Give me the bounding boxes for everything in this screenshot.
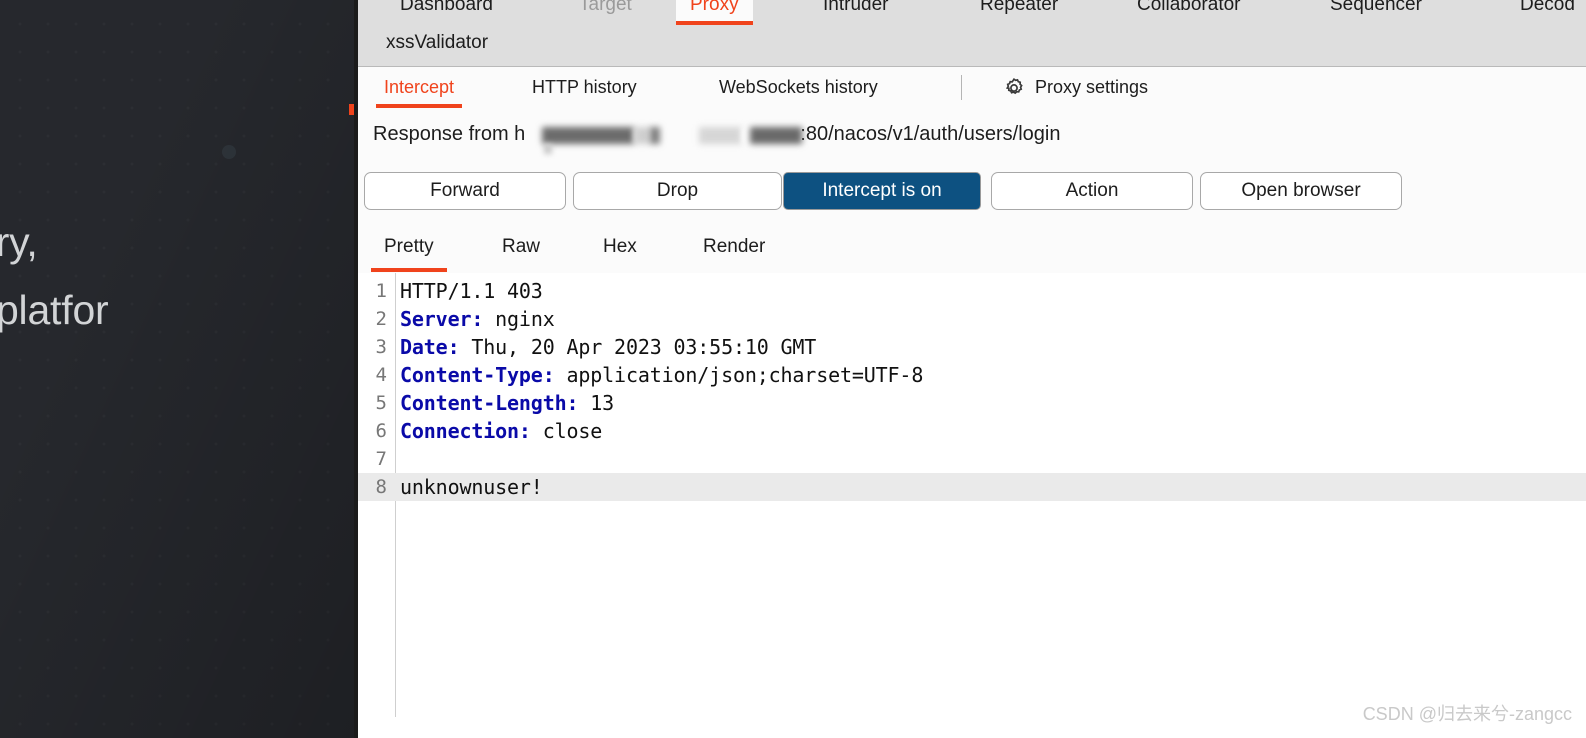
redacted-host-block-2 [634, 127, 650, 144]
response-line: 3 Date: Thu, 20 Apr 2023 03:55:10 GMT [354, 333, 1586, 361]
line-text: Connection: close [400, 417, 602, 445]
intercepted-message-header: Response from h :80/nacos/v1/auth/users/l… [354, 109, 1586, 164]
line-text: Date: Thu, 20 Apr 2023 03:55:10 GMT [400, 333, 816, 361]
hero-line-2: nagement platfor [0, 287, 109, 333]
header-name: Connection: [400, 419, 531, 443]
line-text: HTTP/1.1 403 [400, 277, 543, 305]
response-code-lines: 1 HTTP/1.1 403 2 Server: nginx 3 Date: Thu, 2… [354, 277, 1586, 501]
main-tab-sequencer[interactable]: Sequencer [1316, 0, 1436, 21]
background-landing-page: ce discovery, nagement platfor ions [0, 0, 354, 738]
main-tab-dashboard[interactable]: Dashboard [386, 0, 507, 21]
line-number: 2 [375, 308, 387, 330]
line-number: 4 [375, 364, 387, 386]
response-line: 4 Content-Type: application/json;charset=… [354, 361, 1586, 389]
action-button[interactable]: Action [991, 172, 1193, 210]
header-value: Thu, 20 Apr 2023 03:55:10 GMT [459, 335, 817, 359]
line-number: 1 [375, 280, 387, 302]
header-value: 13 [578, 391, 615, 415]
line-number: 3 [375, 336, 387, 358]
background-hero-text: ce discovery, nagement platfor ions [0, 208, 354, 412]
csdn-watermark: CSDN @归去来兮-zangcc [1362, 704, 1572, 724]
response-line: 5 Content-Length: 13 [354, 389, 1586, 417]
header-value: application/json;charset=UTF-8 [554, 363, 924, 387]
redacted-host-block-5 [742, 127, 750, 144]
header-name: Server: [400, 307, 484, 331]
header-value: HTTP/1.1 403 [400, 279, 543, 303]
forward-button[interactable]: Forward [364, 172, 566, 210]
sub-tab-divider [961, 75, 962, 100]
proxy-settings-label: Proxy settings [1035, 77, 1149, 97]
main-tab-proxy[interactable]: Proxy [676, 0, 753, 25]
open-browser-button[interactable]: Open browser [1200, 172, 1402, 210]
response-from-suffix: :80/nacos/v1/auth/users/login [800, 123, 1061, 145]
line-text: Content-Length: 13 [400, 389, 614, 417]
line-number: 5 [375, 392, 387, 414]
redacted-host-block-1 [542, 127, 634, 144]
line-number: 6 [375, 420, 387, 442]
sub-tab-http-history[interactable]: HTTP history [532, 67, 637, 108]
response-line: 6 Connection: close [354, 417, 1586, 445]
redacted-host-block-4 [699, 127, 742, 144]
window-left-edge [354, 0, 358, 738]
main-tab-xssvalidator[interactable]: xssValidator [386, 27, 488, 59]
main-tab-repeater[interactable]: Repeater [966, 0, 1072, 21]
view-tab-hex[interactable]: Hex [603, 222, 637, 272]
response-line: 1 HTTP/1.1 403 [354, 277, 1586, 305]
response-editor[interactable]: 1 HTTP/1.1 403 2 Server: nginx 3 Date: Thu, 2… [354, 273, 1586, 738]
view-tab-render[interactable]: Render [703, 222, 765, 272]
main-tab-target[interactable]: Target [565, 0, 646, 21]
burp-suite-window: Dashboard Target Proxy Intruder Repeater… [354, 0, 1586, 738]
redacted-host-tail [544, 144, 552, 154]
redacted-host-block-6 [750, 127, 802, 144]
line-text: Content-Type: application/json;charset=U… [400, 361, 923, 389]
response-line: 8 unknownuser! [354, 473, 1586, 501]
main-tab-collaborator[interactable]: Collaborator [1123, 0, 1255, 21]
proxy-settings-button[interactable]: Proxy settings [1002, 67, 1148, 108]
line-number: 7 [375, 448, 387, 470]
intercept-toggle-button[interactable]: Intercept is on [783, 172, 981, 210]
header-value: nginx [483, 307, 555, 331]
main-tab-decoder[interactable]: Decod [1506, 0, 1586, 21]
sub-tab-intercept[interactable]: Intercept [375, 67, 463, 108]
view-tab-raw[interactable]: Raw [502, 222, 540, 272]
main-tab-bar: Dashboard Target Proxy Intruder Repeater… [354, 0, 1586, 67]
message-view-tab-bar: Pretty Raw Hex Render [354, 222, 1586, 274]
sub-tab-websockets-history[interactable]: WebSockets history [719, 67, 878, 108]
header-name: Date: [400, 335, 460, 359]
response-line: 7 [354, 445, 1586, 473]
intercept-action-bar: Forward Drop Intercept is on Action Open… [354, 164, 1586, 223]
hero-line-3: ions [0, 344, 354, 412]
header-name: Content-Type: [400, 363, 555, 387]
proxy-sub-tab-bar: Intercept HTTP history WebSockets histor… [354, 67, 1586, 110]
header-name: Content-Length: [400, 391, 579, 415]
redacted-host-block-3 [650, 127, 660, 144]
drop-button[interactable]: Drop [573, 172, 782, 210]
screenshot-root: ce discovery, nagement platfor ions Dash… [0, 0, 1586, 738]
background-decorative-circle [222, 145, 236, 159]
line-text: unknownuser! [400, 473, 543, 501]
hero-line-1: ce discovery, [0, 219, 38, 265]
main-tab-intruder[interactable]: Intruder [809, 0, 902, 21]
view-tab-pretty[interactable]: Pretty [371, 222, 447, 272]
header-value: unknownuser! [400, 475, 543, 499]
gear-icon [1002, 76, 1026, 100]
response-from-prefix: Response from h [373, 123, 526, 145]
line-number: 8 [375, 476, 387, 498]
header-value: close [530, 419, 603, 443]
response-line: 2 Server: nginx [354, 305, 1586, 333]
line-text: Server: nginx [400, 305, 555, 333]
